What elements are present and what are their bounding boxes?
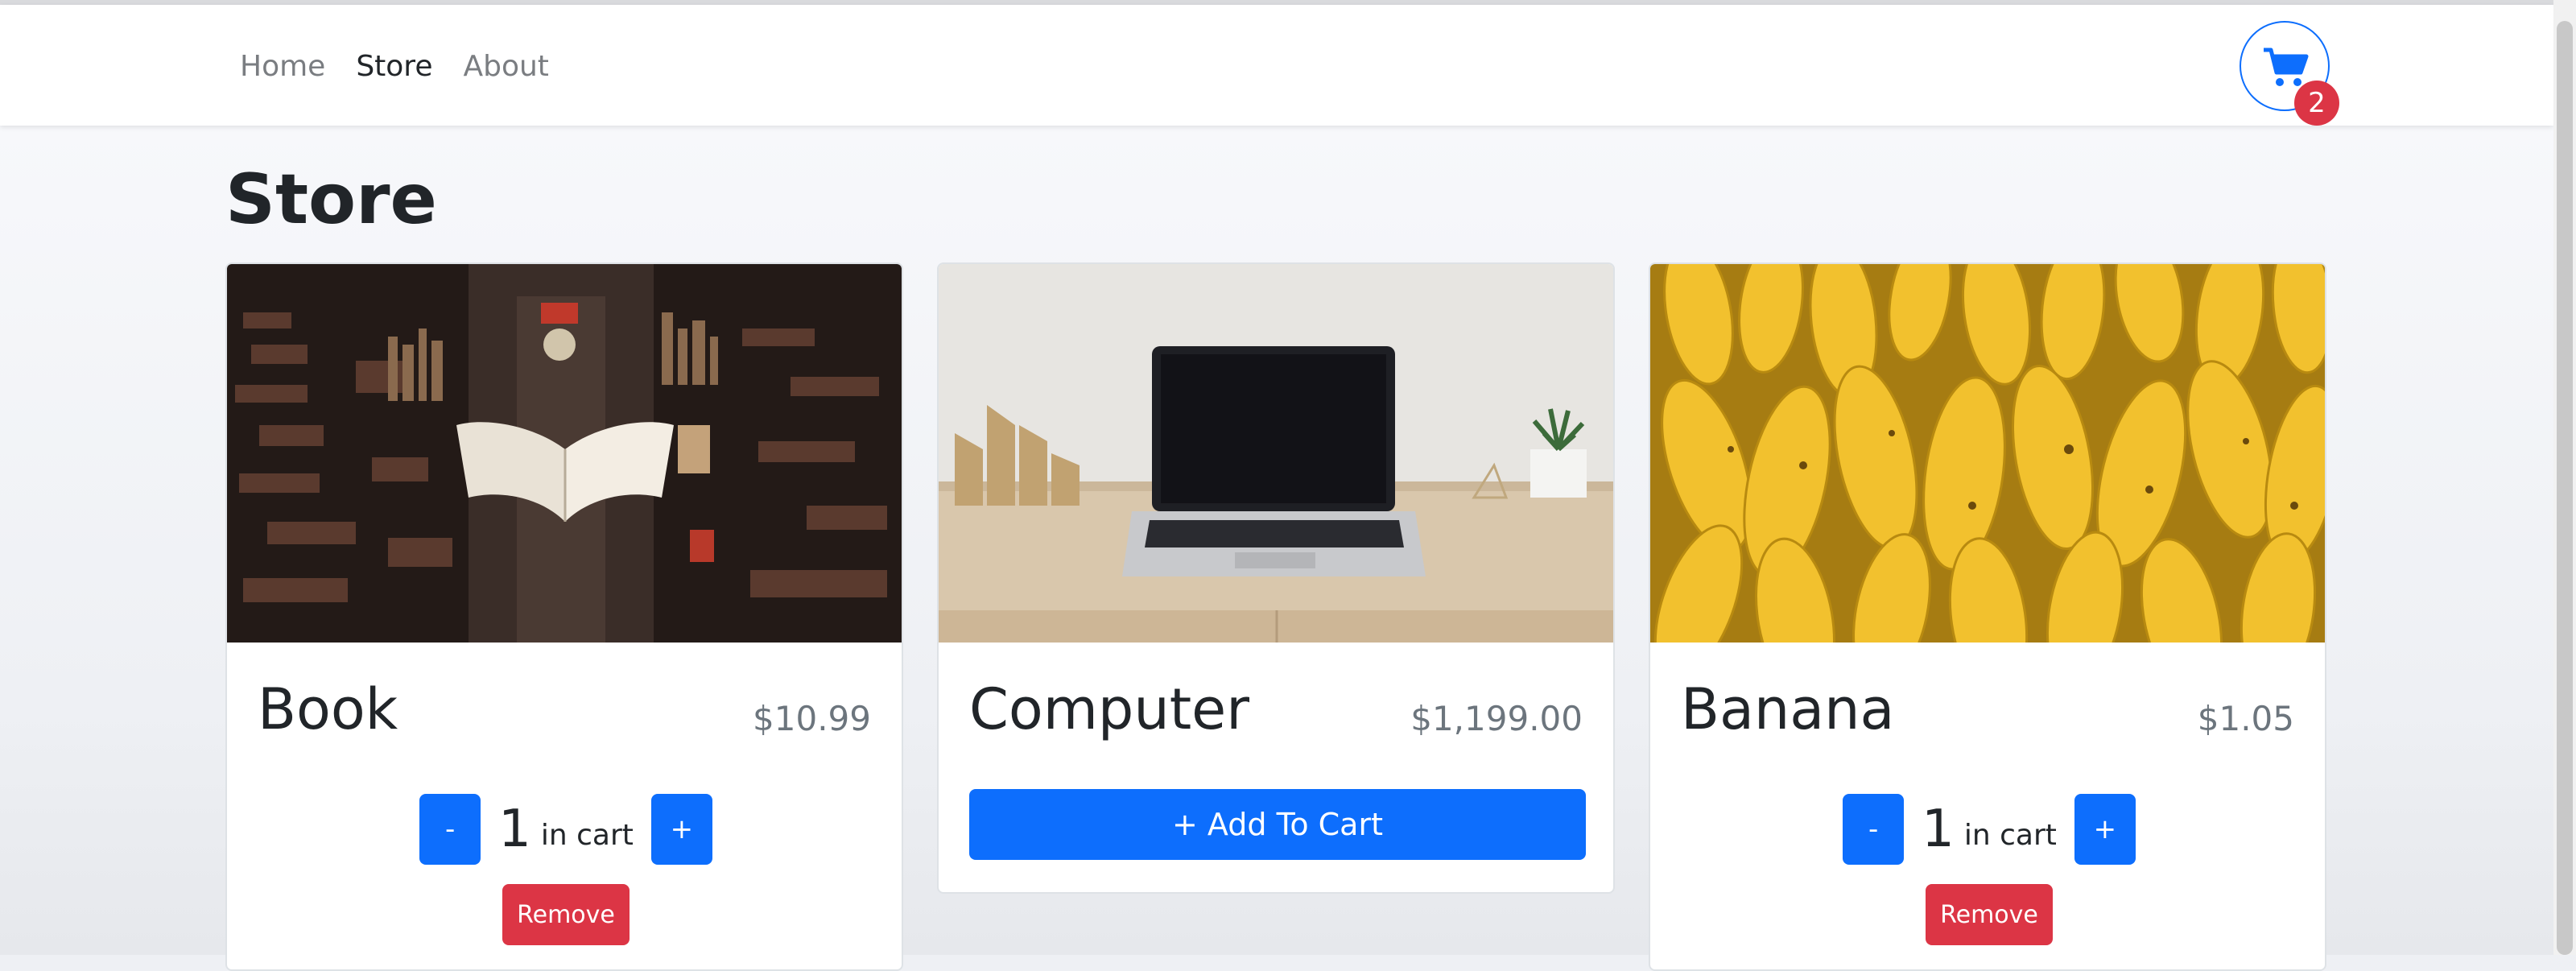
nav-links: Home Store About <box>240 50 549 83</box>
in-cart-label: in cart <box>1963 818 2057 852</box>
product-image-banana <box>1650 264 2325 643</box>
quantity-stepper: - 1 in cart + <box>227 794 902 865</box>
decrease-quantity-button[interactable]: - <box>419 794 481 865</box>
remove-button[interactable]: Remove <box>502 884 630 945</box>
product-image-book <box>227 264 902 643</box>
product-price: $1,199.00 <box>1410 699 1583 738</box>
product-card-banana: Banana $1.05 - 1 in cart + Remove <box>1649 262 2326 971</box>
product-image-computer <box>939 264 1613 643</box>
increase-quantity-button[interactable]: + <box>650 794 712 865</box>
remove-button[interactable]: Remove <box>1926 884 2053 945</box>
quantity-stepper: - 1 in cart + <box>1650 794 2325 865</box>
nav-link-about[interactable]: About <box>463 50 548 83</box>
product-card-computer: Computer $1,199.00 + Add To Cart <box>937 262 1615 894</box>
nav-link-store[interactable]: Store <box>356 50 432 83</box>
cart-count-badge: 2 <box>2294 81 2339 126</box>
shopping-cart-icon <box>2264 48 2309 86</box>
decrease-quantity-button[interactable]: - <box>1843 794 1905 865</box>
product-name: Computer <box>969 676 1249 742</box>
product-card-book: Book $10.99 - 1 in cart + Remove <box>225 262 903 971</box>
product-name: Book <box>258 676 398 742</box>
product-name: Banana <box>1681 676 1895 742</box>
scrollbar-thumb[interactable] <box>2557 21 2573 955</box>
quantity-value: 1 <box>1922 800 1955 859</box>
navbar: Home Store About 2 <box>0 5 2553 126</box>
in-cart-label: in cart <box>540 818 634 852</box>
increase-quantity-button[interactable]: + <box>2074 794 2136 865</box>
quantity-value: 1 <box>498 800 531 859</box>
add-to-cart-button[interactable]: + Add To Cart <box>969 789 1586 860</box>
nav-link-home[interactable]: Home <box>240 50 325 83</box>
product-price: $10.99 <box>753 699 871 738</box>
page-title: Store <box>225 159 437 240</box>
product-price: $1.05 <box>2197 699 2294 738</box>
